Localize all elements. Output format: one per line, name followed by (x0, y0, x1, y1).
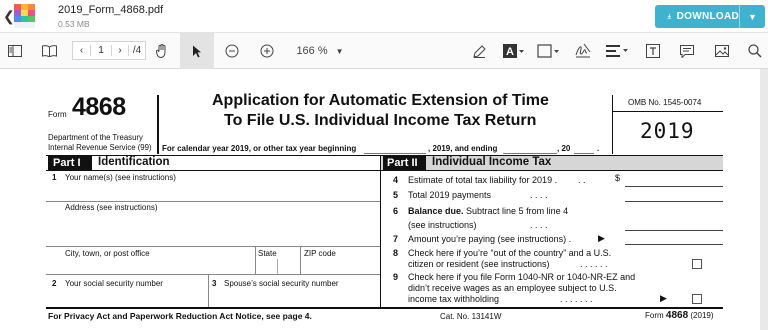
part2-title: Individual Income Tax (432, 156, 552, 168)
chevron-left-icon[interactable]: ‹ (73, 45, 91, 56)
form-number: 4868 (72, 93, 126, 121)
address-field[interactable] (46, 246, 380, 247)
image-icon[interactable] (711, 33, 733, 69)
chevron-right-icon[interactable]: › (111, 45, 129, 56)
pen-icon[interactable] (468, 33, 490, 69)
pdf-page: Form 4868 Department of the Treasury Int… (0, 69, 760, 330)
line5-field[interactable] (625, 201, 723, 202)
zoom-select[interactable]: 166 % ▼ (292, 33, 348, 69)
line8-number: 8 (393, 248, 399, 258)
line8-label-cont: citizen or resident (see instructions) (408, 259, 550, 269)
title-bar: ❮ 2019_Form_4868.pdf 0.53 MB DOWNLOAD ▼ (0, 0, 768, 33)
form-title-line1: Application for Automatic Extension of T… (212, 92, 549, 109)
download-label: DOWNLOAD (676, 11, 739, 22)
line7-field[interactable] (625, 244, 723, 245)
line7-arrow-icon: ▶ (598, 233, 605, 243)
department-line1: Department of the Treasury (48, 133, 143, 142)
city-label: City, town, or post office (65, 249, 150, 258)
line6-dots: . . . . (530, 220, 548, 230)
catalog-number: Cat. No. 13141W (440, 312, 502, 321)
zoom-chevron-icon: ▼ (335, 46, 344, 56)
line9-label-cont2: income tax withholding (408, 294, 500, 304)
line2-label: Your social security number (65, 279, 163, 288)
part2-label: Part II (383, 156, 426, 170)
line9-number: 9 (393, 272, 399, 282)
cursor-icon[interactable] (180, 33, 214, 69)
sidebar-icon[interactable] (4, 33, 26, 69)
zoom-in-icon[interactable] (256, 33, 278, 69)
line5-number: 5 (393, 190, 399, 200)
document-viewport[interactable]: Form 4868 Department of the Treasury Int… (0, 69, 768, 330)
book-icon[interactable] (38, 33, 60, 69)
hand-icon[interactable] (150, 33, 174, 69)
line8-dots: . . . . . . (580, 259, 608, 269)
line9-label: Check here if you file Form 1040-NR or 1… (408, 272, 636, 282)
line9-dots: . . . . . . . (560, 294, 593, 304)
svg-text:A: A (506, 46, 514, 58)
part1-label: Part I (48, 156, 92, 170)
line6-field[interactable] (625, 230, 723, 231)
back-arrow-icon[interactable]: ❮ (3, 8, 15, 25)
dollar-sign: $ (615, 173, 621, 183)
line8-label: Check here if you’re “out of the country… (408, 248, 612, 258)
line4-number: 4 (393, 175, 399, 185)
line9-label-cont: didn’t receive wages as an employee subj… (408, 283, 617, 293)
download-icon (667, 13, 672, 19)
form-label: Form (48, 110, 67, 119)
signature-icon[interactable] (572, 33, 594, 69)
comment-icon[interactable] (676, 33, 698, 69)
chevron-down-icon[interactable]: ▼ (740, 12, 765, 22)
name-field[interactable] (46, 201, 380, 202)
calendar-year-line: For calendar year 2019, or other tax yea… (162, 144, 357, 153)
footer-form-id: Form 4868 (2019) (645, 310, 714, 321)
state-label: State (258, 249, 277, 258)
line7-number: 7 (393, 234, 399, 244)
line2-number: 2 (52, 279, 57, 288)
line3-label: Spouse’s social security number (224, 279, 339, 288)
line7-label: Amount you’re paying (see instructions) … (408, 234, 572, 244)
rectangle-icon[interactable] (535, 33, 563, 69)
line6-number: 6 (393, 206, 399, 216)
line9-checkbox[interactable] (692, 294, 702, 304)
line3-number: 3 (212, 279, 217, 288)
omb-number: OMB No. 1545-0074 (628, 98, 702, 107)
zoom-out-icon[interactable] (221, 33, 243, 69)
align-icon[interactable] (603, 33, 633, 69)
file-size: 0.53 MB (58, 19, 90, 29)
line6-label: Balance due. Subtract line 5 from line 4 (408, 206, 569, 216)
tax-year: 2019 (640, 119, 695, 143)
line5-label: Total 2019 payments (408, 190, 492, 200)
page-total: /4 (132, 45, 142, 56)
toolbar: ‹ 1 › /4 166 % ▼ A (0, 33, 768, 69)
line4-dots: . . (578, 175, 586, 185)
line1-label: Your name(s) (see instructions) (65, 173, 176, 182)
part1-title: Identification (98, 156, 170, 168)
zip-label: ZIP code (304, 249, 336, 258)
zoom-level: 166 % (296, 45, 328, 57)
app-logo-icon (14, 4, 36, 28)
textbox-icon[interactable] (642, 33, 664, 69)
calendar-and-ending: , 2019, and ending (428, 144, 498, 153)
privacy-notice: For Privacy Act and Paperwork Reduction … (48, 311, 312, 321)
line5-dots: . . . . (530, 190, 548, 200)
download-button[interactable]: DOWNLOAD ▼ (655, 5, 765, 28)
form-title-line2: To File U.S. Individual Income Tax Retur… (224, 112, 537, 129)
text-icon[interactable]: A (500, 33, 528, 69)
line9-arrow-icon: ▶ (660, 293, 667, 303)
calendar-20: , 20 (557, 144, 571, 153)
department-line2: Internal Revenue Service (99) (48, 143, 152, 152)
line1-number: 1 (52, 173, 57, 182)
line6-label-cont: (see instructions) (408, 220, 477, 230)
calendar-dot: . (597, 144, 600, 153)
line4-field[interactable] (625, 186, 723, 187)
line4-label: Estimate of total tax liability for 2019… (408, 175, 558, 185)
address-label: Address (see instructions) (65, 203, 158, 212)
search-icon[interactable] (744, 33, 766, 69)
line8-checkbox[interactable] (692, 259, 702, 269)
page-navigator: ‹ 1 › /4 (72, 41, 146, 60)
file-name: 2019_Form_4868.pdf (58, 4, 164, 16)
page-number-input[interactable]: 1 (91, 45, 111, 56)
